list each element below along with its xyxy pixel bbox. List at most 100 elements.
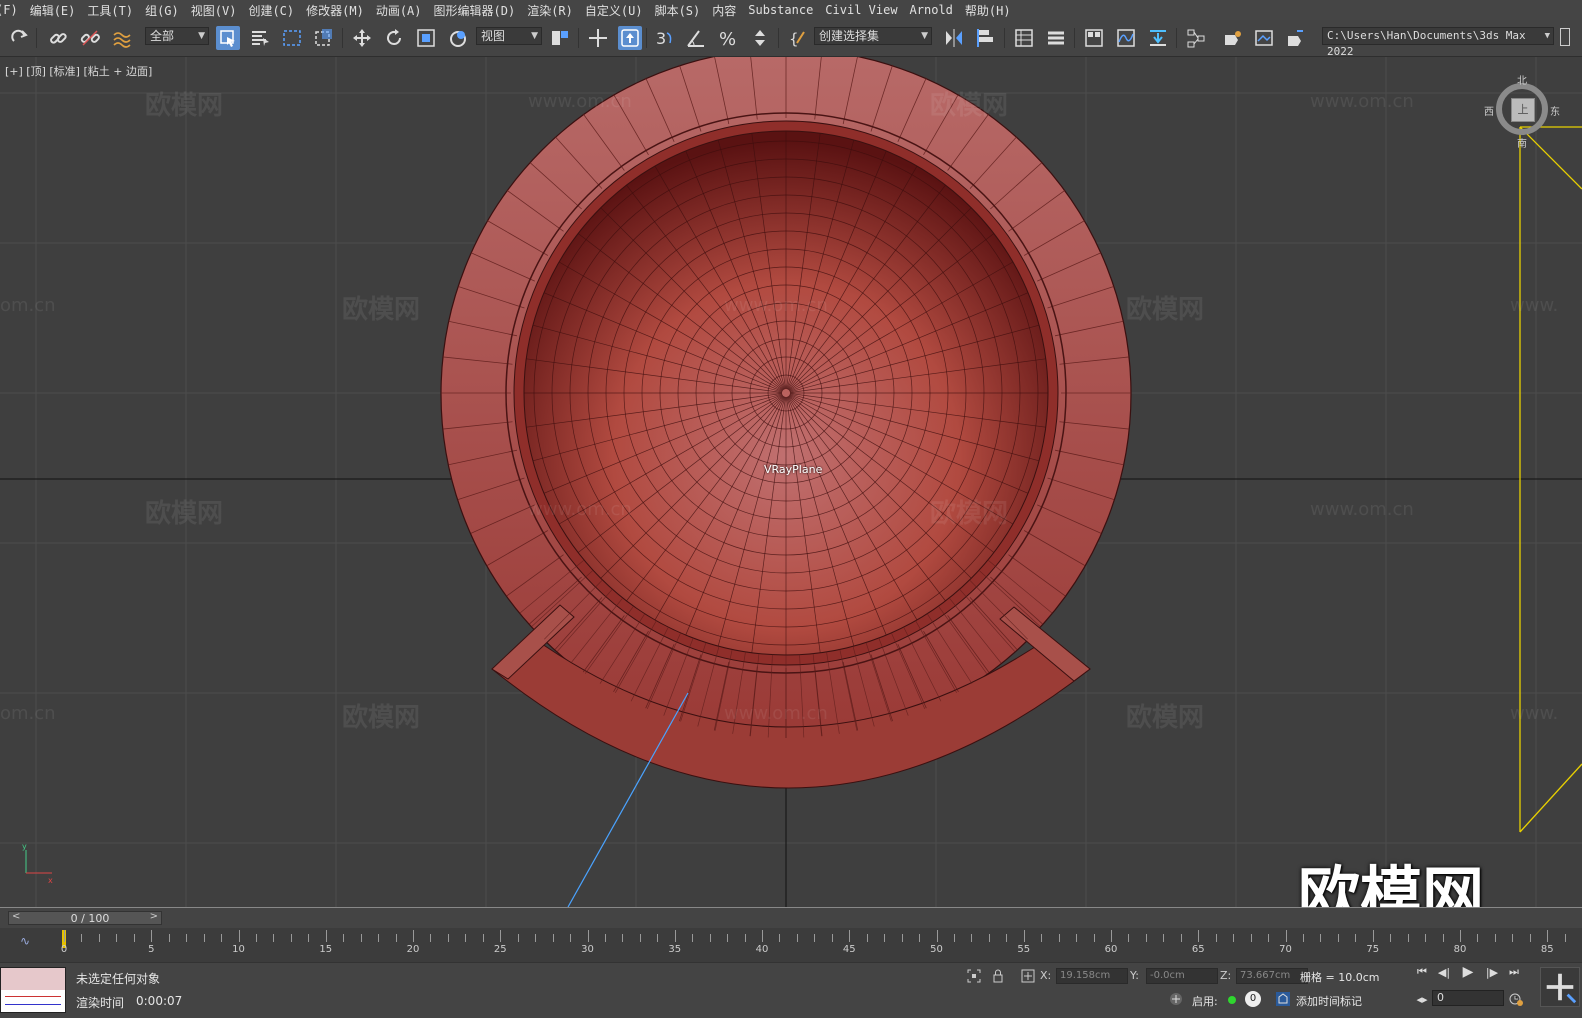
curve-editor-icon[interactable]: [1114, 26, 1138, 50]
next-frame-icon[interactable]: >: [150, 911, 158, 922]
current-frame-input[interactable]: 0: [1432, 990, 1504, 1006]
select-object-icon[interactable]: [216, 26, 240, 50]
scale-icon[interactable]: [414, 26, 438, 50]
viewcube-east[interactable]: 东: [1550, 103, 1560, 118]
reference-coordinate-dropdown[interactable]: 视图 ▼: [476, 27, 542, 45]
selection-filter-dropdown[interactable]: 全部 ▼: [145, 27, 209, 45]
menu-item-2[interactable]: 工具(T): [87, 2, 145, 19]
maxscript-listener-mini[interactable]: [0, 967, 66, 1013]
watermark: 欧模网: [145, 499, 224, 529]
mini-curve-editor-icon[interactable]: ∿: [20, 934, 30, 948]
menu-item-4[interactable]: 视图(V): [191, 2, 249, 19]
render-icon[interactable]: [1284, 26, 1308, 50]
percent-snap-icon[interactable]: %: [716, 26, 740, 50]
time-configuration-icon[interactable]: [1508, 991, 1524, 1007]
absolute-mode-icon[interactable]: [1020, 968, 1036, 984]
ribbon-icon[interactable]: [1082, 26, 1106, 50]
menu-item-5[interactable]: 创建(C): [248, 2, 306, 19]
menu-item-13[interactable]: Substance: [748, 3, 825, 17]
add-time-tag[interactable]: 添加时间标记: [1296, 993, 1362, 1009]
unlink-icon[interactable]: [78, 26, 102, 50]
render-time-label: 渲染时间: [76, 996, 125, 1010]
viewcube[interactable]: 上 北 南 西 东: [1484, 76, 1566, 153]
window-crossing-icon[interactable]: [312, 26, 336, 50]
menu-item-12[interactable]: 内容: [712, 2, 748, 19]
menu-item-15[interactable]: Arnold: [910, 3, 965, 17]
select-manipulate-icon[interactable]: [586, 26, 610, 50]
keyboard-shortcut-override-icon[interactable]: [618, 26, 642, 50]
menu-item-6[interactable]: 修改器(M): [306, 2, 376, 19]
menu-item-16[interactable]: 帮助(H): [965, 2, 1023, 19]
menu-item-11[interactable]: 脚本(S): [655, 2, 713, 19]
move-icon[interactable]: [350, 26, 374, 50]
enable-count-badge[interactable]: 0: [1245, 991, 1261, 1007]
project-folder-icon[interactable]: [1560, 28, 1570, 46]
adaptive-degradation-icon[interactable]: [1168, 991, 1184, 1007]
menu-item-3[interactable]: 组(G): [145, 2, 191, 19]
rotate-icon[interactable]: [382, 26, 406, 50]
x-coord-field[interactable]: 19.158cm: [1056, 968, 1128, 984]
layer-explorer-icon[interactable]: [1044, 26, 1068, 50]
frame-tick: [64, 930, 65, 942]
go-to-start-icon[interactable]: ⏮: [1412, 963, 1432, 981]
placement-icon[interactable]: [446, 26, 470, 50]
redo-icon[interactable]: [8, 26, 32, 50]
viewcube-face[interactable]: 上: [1511, 98, 1535, 122]
viewcube-south[interactable]: 南: [1517, 135, 1527, 150]
project-path-dropdown[interactable]: C:\Users\Han\Documents\3ds Max 2022 ▼: [1322, 27, 1554, 58]
snap-toggle-icon[interactable]: 3: [652, 26, 676, 50]
track-bar[interactable]: ∿ 0 5 10 15 20 25 30 35 40 45 50 55 60 65 70 75 80 85: [0, 928, 1582, 962]
spinner-snap-icon[interactable]: [748, 26, 772, 50]
menu-item-7[interactable]: 动画(A): [376, 2, 434, 19]
named-selection-dropdown[interactable]: 创建选择集 ▼: [814, 27, 932, 45]
status-bar: 未选定任何对象 渲染时间 0:00:07 X: 19.158cm Y: -0.0…: [0, 962, 1582, 1018]
frame-ruler[interactable]: 0 5 10 15 20 25 30 35 40 45 50 55 60 65 70 75 80 85: [61, 928, 1582, 962]
rendered-frame-icon[interactable]: [1252, 26, 1276, 50]
frame-tick: [587, 930, 589, 942]
edit-named-sets-icon[interactable]: {: [786, 26, 810, 50]
key-mode-toggle-icon[interactable]: ◂▸: [1412, 990, 1432, 1008]
top-viewport[interactable]: y x 欧模网 www.om.cn 欧模网 www.om.cn om.cn 欧模…: [0, 57, 1582, 907]
viewcube-north[interactable]: 北: [1517, 72, 1527, 87]
time-slider-box[interactable]: < 0 / 100 >: [8, 911, 162, 925]
time-slider[interactable]: < 0 / 100 >: [0, 907, 1582, 928]
select-by-name-icon[interactable]: [248, 26, 272, 50]
menu-item-14[interactable]: Civil View: [825, 3, 909, 17]
viewcube-west[interactable]: 西: [1484, 103, 1494, 118]
previous-key-icon[interactable]: ◀|: [1434, 963, 1454, 981]
next-key-icon[interactable]: |▶: [1482, 963, 1502, 981]
bind-space-warp-icon[interactable]: [110, 26, 134, 50]
render-setup-icon[interactable]: [1220, 26, 1244, 50]
mirror-icon[interactable]: [942, 26, 966, 50]
y-coord-field[interactable]: -0.0cm: [1146, 968, 1218, 984]
schematic-view-icon[interactable]: [1184, 26, 1208, 50]
viewport-label[interactable]: [+] [顶] [标准] [粘土 + 边面]: [5, 63, 152, 79]
selection-lock-icon[interactable]: [990, 968, 1006, 984]
isolate-selection-icon[interactable]: [966, 968, 982, 984]
frame-tick-label: 70: [1279, 944, 1292, 955]
frame-tick-label: 75: [1366, 944, 1380, 955]
viewport-navigation-icon[interactable]: [1540, 967, 1580, 1007]
menu-item-1[interactable]: 编辑(E): [30, 2, 88, 19]
link-icon[interactable]: [46, 26, 70, 50]
prev-frame-icon[interactable]: <: [12, 911, 20, 922]
frame-tick: [936, 930, 938, 942]
menu-item-9[interactable]: 渲染(R): [527, 2, 585, 19]
menu-item-0[interactable]: (F): [0, 3, 30, 17]
menu-item-10[interactable]: 自定义(U): [585, 2, 655, 19]
menu-item-8[interactable]: 图形编辑器(D): [434, 2, 528, 19]
align-icon[interactable]: [974, 26, 998, 50]
pivot-icon[interactable]: [548, 26, 572, 50]
scene-explorer-icon[interactable]: [1012, 26, 1036, 50]
frame-tick: [884, 934, 886, 942]
frame-tick: [971, 934, 973, 942]
time-tag-icon[interactable]: [1275, 991, 1291, 1007]
z-coord-field[interactable]: 73.667cm: [1236, 968, 1308, 984]
rect-selection-icon[interactable]: [280, 26, 304, 50]
play-icon[interactable]: ▶: [1458, 963, 1478, 981]
dope-sheet-icon[interactable]: [1146, 26, 1170, 50]
svg-text:3: 3: [656, 29, 666, 48]
angle-snap-icon[interactable]: [684, 26, 708, 50]
go-to-end-icon[interactable]: ⏭: [1504, 963, 1524, 981]
frame-tick: [1337, 934, 1339, 942]
